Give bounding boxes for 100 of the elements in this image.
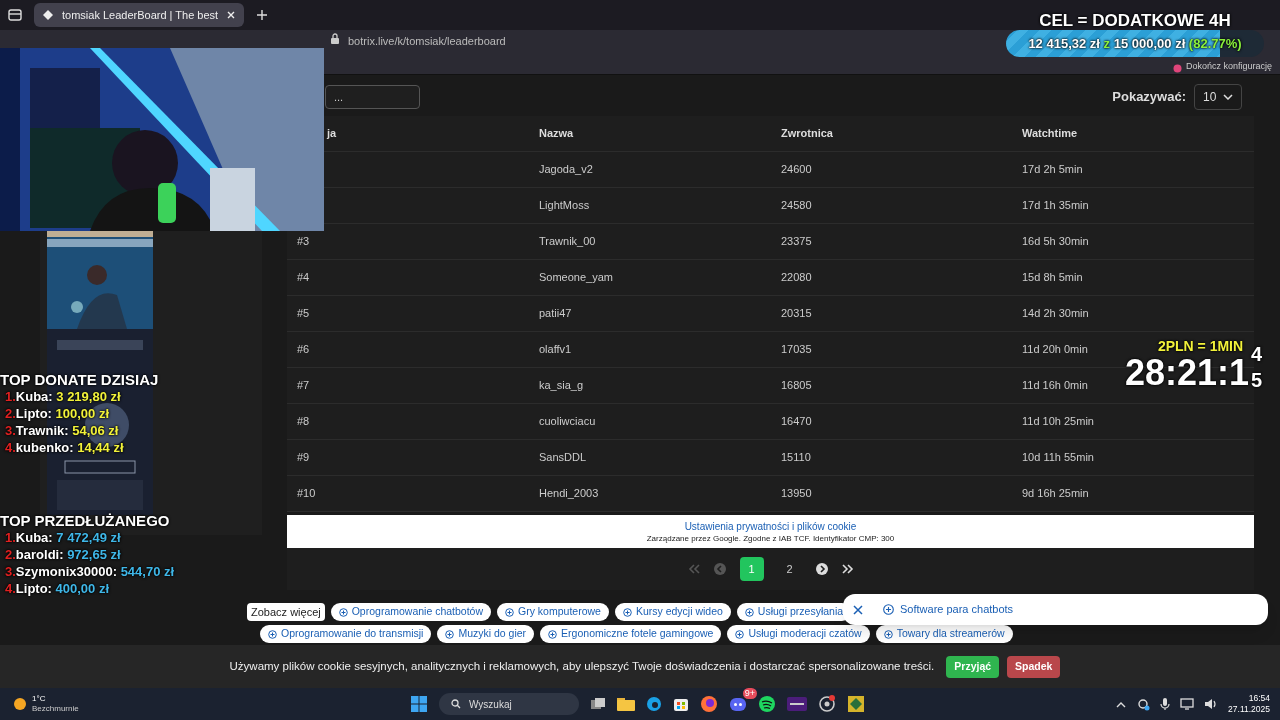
table-cell-text: SansDDL — [539, 450, 587, 466]
countdown-timer: 28:21:1 — [1125, 354, 1250, 392]
speaker-icon[interactable] — [1204, 698, 1219, 710]
table-cell-text: 13950 — [781, 486, 812, 502]
next-page-icon[interactable] — [815, 563, 828, 575]
page-button[interactable]: 2 — [777, 557, 802, 581]
show-label: Pokazywać: — [1112, 87, 1186, 106]
plus-icon — [744, 607, 754, 617]
firefox-icon[interactable] — [700, 695, 718, 713]
consent-text: Zarządzane przez Google. Zgodne z IAB TCF. Identyfikator CMP: 300 — [646, 532, 895, 544]
spotify-icon[interactable] — [758, 695, 776, 713]
column-header: ja — [327, 126, 337, 142]
clock-date[interactable]: 27.11.2025 — [1228, 704, 1270, 715]
microphone-icon[interactable] — [1160, 697, 1171, 711]
table-cell-text: 10d 11h 55min — [1022, 450, 1094, 466]
search-chip[interactable]: Kursy edycji wideo — [614, 603, 731, 621]
search-chip[interactable]: Gry komputerowe — [497, 603, 609, 621]
leaderboard-title: TOP DONATE DZISIAJ — [0, 371, 159, 388]
edge-browser-icon[interactable] — [646, 696, 662, 712]
obs-icon[interactable] — [818, 695, 836, 713]
table-cell-text: 24600 — [781, 162, 812, 178]
network-icon[interactable] — [1180, 698, 1195, 710]
donor-entry: 2.baroldi: 972,65 zł — [4, 546, 122, 563]
page-size-select[interactable]: 10 — [1194, 83, 1242, 110]
weather-temperature: 1°C — [32, 694, 47, 704]
cookie-text: Używamy plików cookie sesyjnych, analitycznych i reklamowych, aby ulepszyć Twoje doświadczenia i dostarczać spersonalizowane treści. — [229, 658, 935, 674]
sync-icon[interactable] — [1136, 697, 1151, 711]
table-cell-text: #10 — [297, 486, 317, 502]
table-cell-text: #9 — [297, 450, 311, 466]
plus-icon — [622, 607, 632, 617]
decline-button[interactable]: Spadek — [1007, 655, 1061, 678]
firefox-account-icon — [1172, 64, 1182, 73]
donor-entry: 4.kubenko: 14,44 zł — [4, 439, 125, 456]
task-view-icon[interactable] — [590, 697, 606, 711]
game-icon[interactable] — [847, 695, 865, 713]
search-chip[interactable]: Usługi moderacji czatów — [727, 625, 870, 643]
store-icon[interactable] — [673, 696, 689, 712]
table-cell-text: 16805 — [781, 378, 812, 394]
table-cell-text: 11d 20h 0min — [1022, 342, 1088, 358]
table-cell-text: 23375 — [781, 234, 812, 250]
table-cell-text: 24580 — [781, 198, 812, 214]
table-cell-text: 20315 — [781, 306, 812, 322]
new-tab-icon[interactable] — [256, 9, 269, 21]
search-chip[interactable]: Software para chatbots — [883, 601, 1014, 618]
search-field[interactable]: ... — [325, 84, 420, 109]
table-cell-text: Jagoda_v2 — [539, 162, 593, 178]
search-chip[interactable]: Towary dla streamerów — [875, 625, 1013, 643]
lock-icon — [330, 33, 340, 45]
sun-icon[interactable] — [12, 696, 28, 712]
search-icon — [451, 699, 461, 709]
rate-label: 2PLN = 1MIN — [1157, 338, 1244, 354]
table-cell-text: Someone_yam — [539, 270, 613, 286]
browser-tab[interactable]: tomsiak LeaderBoard | The best — [34, 3, 245, 27]
tab-overview-icon[interactable] — [8, 8, 22, 22]
see-more-button[interactable]: Zobacz więcej — [247, 603, 325, 621]
plus-icon — [445, 629, 455, 639]
plus-icon — [735, 629, 745, 639]
table-cell-text: #3 — [297, 234, 311, 250]
donor-entry: 3.Szymonix30000: 544,70 zł — [4, 563, 175, 580]
search-chip[interactable]: Muzyki do gier — [437, 625, 535, 643]
table-cell-text: #8 — [297, 414, 311, 430]
taskbar-search-field[interactable]: Wyszukaj — [439, 693, 579, 715]
timer-digit: 4 — [1251, 344, 1263, 364]
table-cell-text: #5 — [297, 306, 311, 322]
close-icon[interactable] — [226, 10, 237, 20]
chevron-up-icon[interactable] — [1116, 700, 1127, 708]
table-cell-text: 15110 — [781, 450, 811, 466]
timer-digit: 5 — [1251, 370, 1263, 390]
site-icon — [42, 9, 54, 21]
search-chip[interactable]: Ergonomiczne fotele gamingowe — [540, 625, 722, 643]
table-cell-text: 14d 2h 30min — [1022, 306, 1089, 322]
donor-entry: 1.Kuba: 3 219,80 zł — [4, 388, 122, 405]
folder-icon[interactable] — [617, 697, 635, 711]
table-cell-text: 16470 — [781, 414, 812, 430]
table-cell-text: cuoliwciacu — [539, 414, 596, 430]
consent-link[interactable]: Ustawienia prywatności i plików cookie — [684, 519, 857, 533]
table-cell-text: ka_sia_g — [539, 378, 584, 394]
leaderboard-title: TOP PRZEDŁUŻANEGO — [0, 512, 171, 529]
last-page-icon[interactable] — [841, 564, 854, 574]
column-header: Zwrotnica — [781, 126, 833, 142]
search-chip[interactable]: Oprogramowanie do transmisji — [260, 625, 432, 643]
plus-icon — [338, 607, 348, 617]
table-cell-text: LightMoss — [539, 198, 590, 214]
table-cell-text: 16d 5h 30min — [1022, 234, 1089, 250]
setup-link[interactable]: Dokończ konfigurację — [1185, 59, 1272, 73]
table-cell-text: Hendi_2003 — [539, 486, 599, 502]
url-text[interactable]: botrix.live/k/tomsiak/leaderboard — [348, 33, 506, 50]
weather-text: Bezchmurnie — [32, 704, 79, 714]
search-chip[interactable]: Oprogramowanie chatbotów — [330, 603, 492, 621]
close-icon[interactable] — [853, 604, 863, 615]
table-cell-text: 22080 — [781, 270, 812, 286]
discord-icon[interactable] — [729, 695, 747, 713]
table-cell-text: #7 — [297, 378, 311, 394]
goal-title: CEL = DODATKOWE 4H — [1039, 12, 1231, 30]
table-cell-text: #4 — [297, 270, 311, 286]
windows-start-icon[interactable] — [410, 695, 428, 713]
clock-time[interactable]: 16:54 — [1248, 693, 1270, 704]
plus-icon — [883, 629, 893, 639]
column-header: Watchtime — [1022, 126, 1078, 142]
column-header: Nazwa — [539, 126, 574, 142]
